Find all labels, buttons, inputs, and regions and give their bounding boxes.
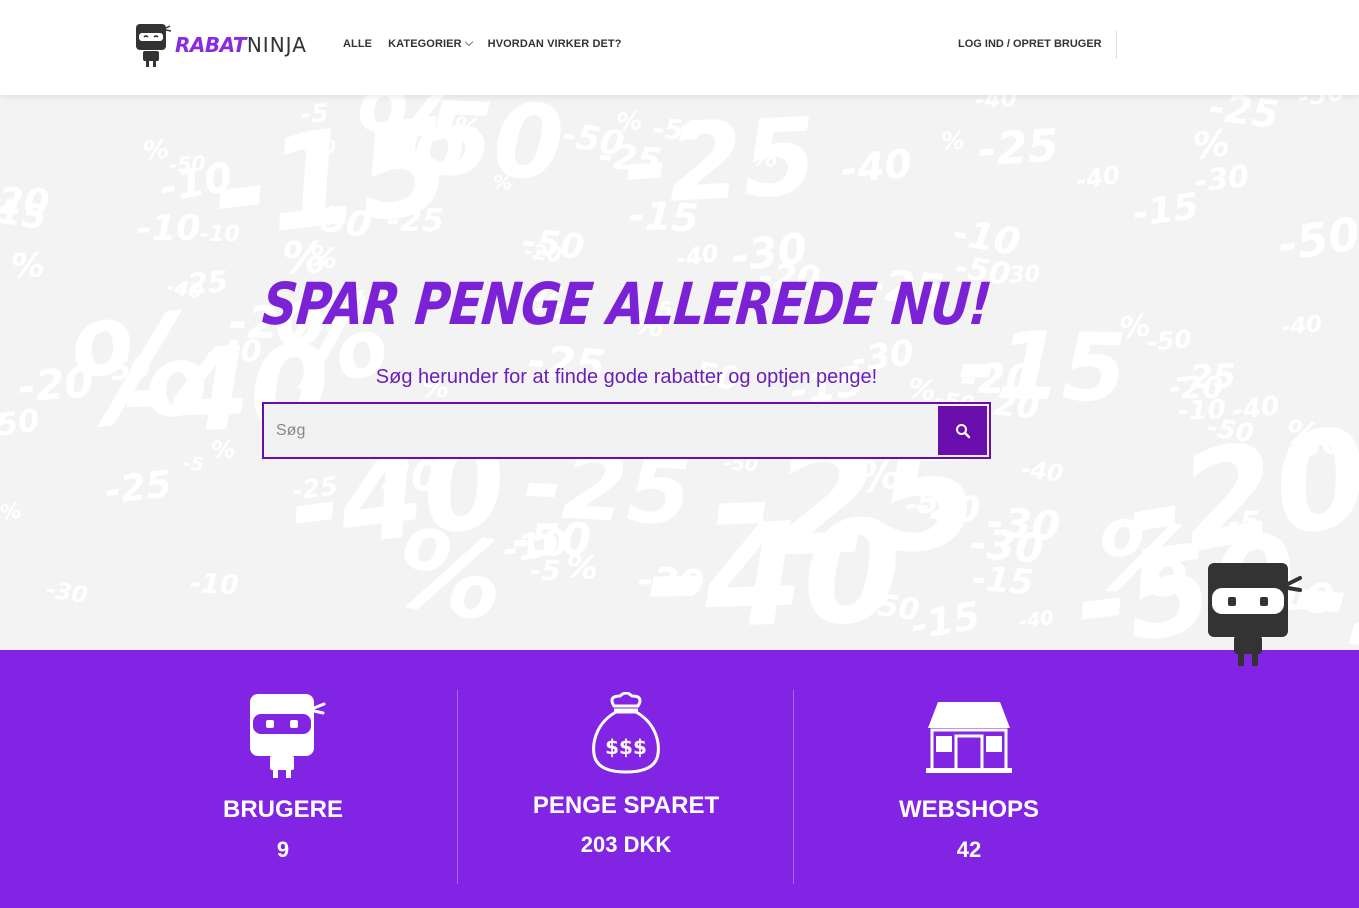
ninja-icon (250, 694, 326, 778)
svg-text:$$$: $$$ (605, 735, 647, 759)
stat-shops-label: WEBSHOPS (898, 796, 1039, 823)
search-input[interactable] (264, 404, 936, 457)
hero-title: SPAR PENGE ALLEREDE NU! (259, 270, 994, 338)
money-bag-icon: $$$ (592, 692, 660, 774)
login-link[interactable]: LOG IND / OPRET BRUGER (958, 38, 1102, 50)
site-logo[interactable]: RABAT NINJA (134, 22, 307, 68)
ninja-mascot-icon[interactable] (1204, 562, 1304, 668)
logo-text-ninja: NINJA (246, 33, 307, 57)
stats-section: BRUGERE 9 $$$ PENGE SPARET 203 DKK WEBSH… (0, 650, 1359, 908)
stat-saved-label: PENGE SPARET (532, 792, 720, 819)
chevron-down-icon (464, 37, 473, 47)
main-nav: ALLE KATEGORIER HVORDAN VIRKER DET? (343, 37, 622, 50)
hero-section: -25 -50 -40 -30 -20 -40 -30 -50 -40 -25% -25 -10% -1… (0, 95, 1359, 650)
hero-subtitle: Søg herunder for at finde gode rabatter … (375, 366, 878, 388)
nav-item-how-it-works[interactable]: HVORDAN VIRKER DET? (488, 38, 622, 50)
ninja-logo-icon (136, 24, 172, 67)
header-divider (1116, 31, 1117, 59)
stats-divider (457, 690, 458, 884)
stat-saved-value: 203 DKK (580, 832, 672, 857)
search-button[interactable] (938, 406, 987, 455)
logo-text-rabat: RABAT (175, 33, 246, 57)
stat-users-value: 9 (276, 837, 290, 862)
stat-shops-value: 42 (956, 837, 982, 862)
nav-item-alle[interactable]: ALLE (343, 38, 372, 50)
search-bar (262, 402, 991, 459)
stat-users-label: BRUGERE (222, 796, 343, 823)
stats-divider (793, 690, 794, 884)
nav-item-kategorier[interactable]: KATEGORIER (388, 37, 473, 50)
nav-item-kategorier-label: KATEGORIER (388, 38, 462, 50)
search-icon (955, 423, 970, 438)
site-header: RABAT NINJA ALLE KATEGORIER HVORDAN VIRK… (0, 0, 1359, 95)
shop-building-icon (926, 702, 1012, 773)
